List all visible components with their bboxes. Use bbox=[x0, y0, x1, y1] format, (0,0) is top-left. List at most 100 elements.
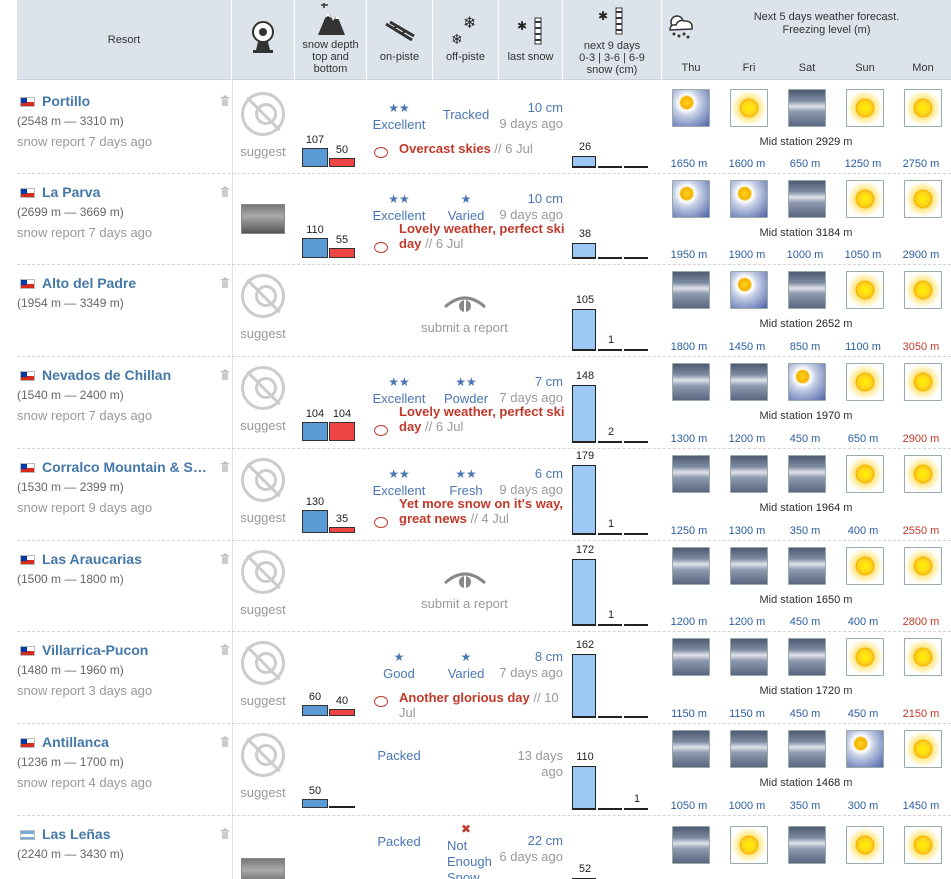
resort-name-link[interactable]: Portillo bbox=[42, 93, 214, 109]
col-on-piste[interactable]: on-piste bbox=[367, 0, 433, 80]
report-comment[interactable]: Overcast skies // 6 Jul bbox=[399, 141, 574, 156]
comment-icon bbox=[374, 242, 388, 253]
col-last-snow[interactable]: ✱ last snow bbox=[499, 0, 563, 80]
resort-row[interactable]: Corralco Mountain & Ski … (1530 m — 2399 … bbox=[17, 449, 951, 541]
no-webcam-icon[interactable] bbox=[241, 366, 285, 410]
resort-name-link[interactable]: Nevados de Chillan bbox=[42, 367, 214, 383]
forecast-snow-bar bbox=[572, 156, 596, 166]
resort-row[interactable]: Alto del Padre (1954 m — 3349 m) suggest su… bbox=[17, 265, 951, 357]
depth-bottom-value: 104 bbox=[332, 408, 352, 420]
sunny-icon bbox=[904, 455, 942, 493]
freezing-level: 650 m bbox=[789, 158, 821, 170]
trash-icon[interactable] bbox=[220, 277, 230, 288]
mid-station-label: Mid station 1970 m bbox=[759, 410, 853, 422]
snow-report-age[interactable]: snow report 9 days ago bbox=[17, 500, 152, 515]
freezing-level: 1600 m bbox=[728, 158, 766, 170]
webcam-thumbnail[interactable] bbox=[241, 858, 285, 879]
depth-top-bar bbox=[302, 510, 328, 533]
flag-icon bbox=[20, 97, 35, 107]
flag-icon bbox=[20, 371, 35, 381]
resort-row[interactable]: Antillanca (1236 m — 1700 m) snow report 4… bbox=[17, 724, 951, 816]
snow-report-age[interactable]: snow report 3 days ago bbox=[17, 683, 152, 698]
submit-report-link[interactable]: submit a report bbox=[407, 596, 522, 611]
snow-report-age[interactable]: snow report 4 days ago bbox=[17, 775, 152, 790]
webcam-thumbnail[interactable] bbox=[241, 204, 285, 234]
trash-icon[interactable] bbox=[220, 369, 230, 380]
depth-top-value: 110 bbox=[306, 224, 324, 236]
col-next-9-days[interactable]: ✱ next 9 days 0-3 | 3-6 | 6-9 snow (cm) bbox=[563, 0, 662, 80]
sunny-icon bbox=[846, 180, 884, 218]
trash-icon[interactable] bbox=[220, 736, 230, 747]
report-comment[interactable]: Lovely weather, perfect ski day // 6 Jul bbox=[399, 221, 574, 251]
no-webcam-icon[interactable] bbox=[241, 550, 285, 594]
sunny-icon bbox=[904, 638, 942, 676]
resort-row[interactable]: Las Araucarias (1500 m — 1800 m) suggest su… bbox=[17, 541, 951, 632]
no-webcam-icon[interactable] bbox=[241, 733, 285, 777]
resort-name-link[interactable]: Corralco Mountain & Ski … bbox=[42, 459, 214, 475]
depth-top-bar bbox=[302, 422, 328, 441]
resort-name-link[interactable]: Las Leñas bbox=[42, 826, 214, 842]
suggest-webcam-link[interactable]: suggest bbox=[235, 693, 291, 708]
resort-row[interactable]: Nevados de Chillan (1540 m — 2400 m) snow … bbox=[17, 357, 951, 449]
resort-row[interactable]: Villarrica-Pucon (1480 m — 1960 m) snow re… bbox=[17, 632, 951, 724]
suggest-webcam-link[interactable]: suggest bbox=[235, 144, 291, 159]
forecast-baseline bbox=[572, 166, 596, 168]
resort-row[interactable]: Portillo (2548 m — 3310 m) snow report 7 d… bbox=[17, 83, 951, 174]
snow-report-age[interactable]: snow report 7 days ago bbox=[17, 225, 152, 240]
report-comment[interactable]: Lovely weather, perfect ski day // 6 Jul bbox=[399, 404, 574, 434]
partly-cloudy-snow-icon bbox=[672, 89, 710, 127]
submit-report-icon[interactable] bbox=[443, 295, 487, 317]
suggest-webcam-link[interactable]: suggest bbox=[235, 602, 291, 617]
col-off-piste[interactable]: ❄ ❄ off-piste bbox=[433, 0, 499, 80]
snow-report-age[interactable]: snow report 7 days ago bbox=[17, 134, 152, 149]
sunny-icon bbox=[904, 363, 942, 401]
trash-icon[interactable] bbox=[220, 553, 230, 564]
resort-row[interactable]: Las Leñas (2240 m — 3430 m) Packed ✖ Not Eno… bbox=[17, 816, 951, 879]
resort-name-link[interactable]: Las Araucarias bbox=[42, 551, 214, 567]
snow-report-age[interactable]: snow report 7 days ago bbox=[17, 408, 152, 423]
col-snow-depth[interactable]: snow depth top and bottom bbox=[295, 0, 367, 80]
submit-report-link[interactable]: submit a report bbox=[407, 320, 522, 335]
no-webcam-icon[interactable] bbox=[241, 92, 285, 136]
trash-icon[interactable] bbox=[220, 461, 230, 472]
suggest-webcam-link[interactable]: suggest bbox=[235, 510, 291, 525]
forecast-snow-value: 1 bbox=[633, 793, 641, 805]
trash-icon[interactable] bbox=[220, 644, 230, 655]
col-webcam[interactable] bbox=[232, 0, 295, 80]
forecast-snow-value: 52 bbox=[578, 863, 592, 875]
trash-icon[interactable] bbox=[220, 186, 230, 197]
snow-cloud-icon bbox=[730, 730, 768, 768]
trash-icon[interactable] bbox=[220, 95, 230, 106]
no-webcam-icon[interactable] bbox=[241, 458, 285, 502]
no-webcam-icon[interactable] bbox=[241, 274, 285, 318]
submit-report-icon[interactable] bbox=[443, 571, 487, 593]
skis-icon bbox=[384, 20, 415, 42]
no-webcam-icon[interactable] bbox=[241, 641, 285, 685]
forecast-snow-value: 26 bbox=[578, 141, 592, 153]
resort-altitude: (2240 m — 3430 m) bbox=[17, 847, 124, 861]
trash-icon[interactable] bbox=[220, 828, 230, 839]
resort-name-link[interactable]: La Parva bbox=[42, 184, 214, 200]
freezing-level: 1300 m bbox=[728, 525, 766, 537]
col-resort[interactable]: Resort bbox=[17, 0, 232, 80]
report-comment[interactable]: Another glorious day // 10 Jul bbox=[399, 690, 574, 720]
resort-name-link[interactable]: Villarrica-Pucon bbox=[42, 642, 214, 658]
on-piste-stars: ★★ bbox=[388, 375, 410, 389]
flag-icon bbox=[20, 463, 35, 473]
depth-top-bar bbox=[302, 148, 328, 167]
sunny-icon bbox=[846, 826, 884, 864]
suggest-webcam-link[interactable]: suggest bbox=[235, 326, 291, 341]
col-forecast[interactable]: Next 5 days weather forecast. Freezing l… bbox=[662, 0, 951, 80]
report-comment[interactable]: Yet more snow on it's way, great news //… bbox=[399, 496, 574, 526]
depth-top-bar bbox=[302, 238, 328, 258]
suggest-webcam-link[interactable]: suggest bbox=[235, 785, 291, 800]
forecast-baseline bbox=[598, 441, 622, 443]
forecast-baseline bbox=[572, 716, 596, 718]
freezing-level: 1200 m bbox=[728, 616, 766, 628]
resort-name-link[interactable]: Alto del Padre bbox=[42, 275, 214, 291]
suggest-webcam-link[interactable]: suggest bbox=[235, 418, 291, 433]
resort-name-link[interactable]: Antillanca bbox=[42, 734, 214, 750]
resort-row[interactable]: La Parva (2699 m — 3669 m) snow report 7 d… bbox=[17, 174, 951, 265]
flag-icon bbox=[20, 555, 35, 565]
sunny-icon bbox=[904, 271, 942, 309]
